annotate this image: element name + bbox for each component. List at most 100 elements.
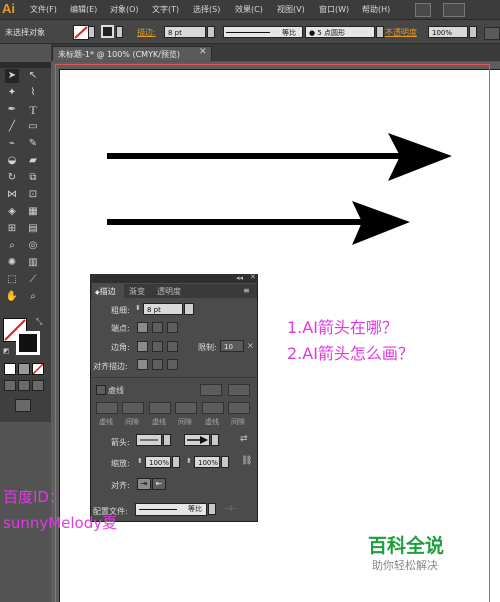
brush-dropdown[interactable] xyxy=(376,26,384,38)
shape-builder-tool-icon[interactable]: ◈ xyxy=(5,205,19,219)
align-outside-icon[interactable] xyxy=(167,359,178,370)
color-mode-icon[interactable] xyxy=(4,363,16,375)
menu-effect[interactable]: 效果(C) xyxy=(235,4,263,15)
eraser-tool-icon[interactable]: ▰ xyxy=(26,154,40,168)
stroke-dropdown[interactable] xyxy=(116,26,123,38)
weight-dropdown[interactable] xyxy=(184,303,194,315)
brush-definition[interactable]: ● 5 点圆形 xyxy=(305,26,375,38)
menu-type[interactable]: 文字(T) xyxy=(152,4,179,15)
magic-wand-tool-icon[interactable]: ✦ xyxy=(5,86,19,100)
screen-mode-icon[interactable] xyxy=(15,399,31,412)
free-transform-tool-icon[interactable]: ⊡ xyxy=(26,188,40,202)
menu-window[interactable]: 窗口(W) xyxy=(319,4,349,15)
end-arrowhead-select[interactable] xyxy=(184,434,210,446)
draw-inside-icon[interactable] xyxy=(32,380,44,391)
miter-join-icon[interactable] xyxy=(137,341,148,352)
slice-tool-icon[interactable]: ⟋ xyxy=(26,273,40,287)
weight-field[interactable]: 8 pt xyxy=(143,303,183,315)
pen-tool-icon[interactable]: ✒ xyxy=(5,103,19,117)
workspace-switcher-icon[interactable] xyxy=(443,3,465,17)
bridge-icon[interactable] xyxy=(415,3,431,17)
close-panel-icon[interactable]: ✕ xyxy=(250,273,256,281)
fill-dropdown[interactable] xyxy=(88,26,95,38)
menu-view[interactable]: 视图(V) xyxy=(277,4,305,15)
eyedropper-tool-icon[interactable]: ⌕ xyxy=(5,239,19,253)
bevel-join-icon[interactable] xyxy=(167,341,178,352)
close-tab-icon[interactable]: ✕ xyxy=(199,47,207,57)
gap-field-1[interactable] xyxy=(122,402,144,414)
draw-normal-icon[interactable] xyxy=(4,380,16,391)
dashed-line-checkbox[interactable] xyxy=(96,385,106,395)
flip-profile-icon[interactable]: ⊣⊢ xyxy=(224,504,238,513)
collapse-panel-icon[interactable]: ◂◂ xyxy=(236,274,243,282)
dash-field-3[interactable] xyxy=(202,402,224,414)
projecting-cap-icon[interactable] xyxy=(167,322,178,333)
rectangle-tool-icon[interactable]: ▭ xyxy=(26,120,40,134)
blob-brush-tool-icon[interactable]: ◒ xyxy=(5,154,19,168)
artboard-tool-icon[interactable]: ⬚ xyxy=(5,273,19,287)
weight-stepper-icon[interactable]: ⬍ xyxy=(135,304,141,312)
line-segment-tool-icon[interactable]: ╱ xyxy=(5,120,19,134)
width-tool-icon[interactable]: ⋈ xyxy=(5,188,19,202)
lasso-tool-icon[interactable]: ⌇ xyxy=(26,86,40,100)
perspective-grid-tool-icon[interactable]: ▦ xyxy=(26,205,40,219)
menu-edit[interactable]: 编辑(E) xyxy=(70,4,97,15)
menu-select[interactable]: 选择(S) xyxy=(193,4,220,15)
swap-arrowheads-icon[interactable]: ⇄ xyxy=(240,434,248,444)
scale-end-stepper-icon[interactable]: ⬍ xyxy=(186,457,192,465)
stroke-panel-title-strip[interactable] xyxy=(90,274,258,283)
link-scale-icon[interactable]: ⛓ xyxy=(241,456,252,466)
swap-colors-icon[interactable]: ⤡ xyxy=(36,317,42,327)
start-arrowhead-dropdown[interactable] xyxy=(163,434,171,446)
draw-behind-icon[interactable] xyxy=(18,380,30,391)
round-cap-icon[interactable] xyxy=(152,322,163,333)
tab-transparency[interactable]: 透明度 xyxy=(157,286,181,297)
menu-file[interactable]: 文件(F) xyxy=(30,4,57,15)
opacity-label[interactable]: 不透明度 xyxy=(385,27,417,38)
column-graph-tool-icon[interactable]: ▥ xyxy=(26,256,40,270)
end-arrowhead-dropdown[interactable] xyxy=(211,434,219,446)
gradient-tool-icon[interactable]: ▤ xyxy=(26,222,40,236)
panel-menu-icon[interactable]: ≡ xyxy=(243,286,250,295)
gradient-mode-icon[interactable] xyxy=(18,363,30,375)
hand-tool-icon[interactable]: ✋ xyxy=(5,290,19,304)
place-arrow-at-end-icon[interactable]: ⇤ xyxy=(152,478,166,490)
align-center-icon[interactable] xyxy=(137,359,148,370)
stroke-indicator[interactable] xyxy=(16,331,40,355)
preserve-dash-icon[interactable] xyxy=(200,384,222,396)
round-join-icon[interactable] xyxy=(152,341,163,352)
pencil-tool-icon[interactable]: ✎ xyxy=(26,137,40,151)
fill-swatch[interactable] xyxy=(73,25,89,40)
scale-tool-icon[interactable]: ⧉ xyxy=(26,171,40,185)
stroke-weight-dropdown[interactable] xyxy=(207,26,215,38)
stroke-weight-field[interactable]: 8 pt xyxy=(164,26,206,38)
scale-start-field[interactable]: 100% xyxy=(145,456,171,468)
direct-selection-tool-icon[interactable]: ↖ xyxy=(26,69,40,83)
paintbrush-tool-icon[interactable]: ⌁ xyxy=(5,137,19,151)
menu-object[interactable]: 对象(O) xyxy=(110,4,139,15)
tab-gradient[interactable]: 渐变 xyxy=(129,286,145,297)
stroke-swatch[interactable] xyxy=(101,25,114,38)
menu-help[interactable]: 帮助(H) xyxy=(362,4,390,15)
scale-start-stepper-icon[interactable]: ⬍ xyxy=(137,457,143,465)
opacity-dropdown[interactable] xyxy=(469,26,477,38)
mesh-tool-icon[interactable]: ⊞ xyxy=(5,222,19,236)
gap-field-2[interactable] xyxy=(175,402,197,414)
document-tab[interactable]: 未标题-1* @ 100% (CMYK/预览) xyxy=(52,46,212,61)
dash-field-2[interactable] xyxy=(149,402,171,414)
gap-field-3[interactable] xyxy=(228,402,250,414)
rotate-tool-icon[interactable]: ↻ xyxy=(5,171,19,185)
scale-end-dropdown[interactable] xyxy=(221,456,229,468)
symbol-sprayer-tool-icon[interactable]: ✺ xyxy=(5,256,19,270)
extend-arrow-tip-icon[interactable]: ⇥ xyxy=(137,478,151,490)
style-swatch-icon[interactable] xyxy=(484,27,500,40)
default-colors-icon[interactable]: ◩ xyxy=(3,347,10,355)
scale-end-field[interactable]: 100% xyxy=(194,456,220,468)
none-mode-icon[interactable] xyxy=(32,363,44,375)
type-tool-icon[interactable]: T xyxy=(26,103,40,117)
profile-dropdown[interactable] xyxy=(208,503,216,515)
align-inside-icon[interactable] xyxy=(152,359,163,370)
blend-tool-icon[interactable]: ◎ xyxy=(26,239,40,253)
dash-field-1[interactable] xyxy=(96,402,118,414)
align-dash-corners-icon[interactable] xyxy=(228,384,250,396)
